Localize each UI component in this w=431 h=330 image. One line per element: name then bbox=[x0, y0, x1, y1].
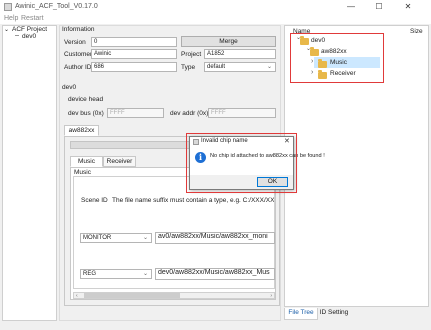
scene-id-label: Scene ID bbox=[81, 197, 108, 204]
customer-input[interactable]: Awinic bbox=[91, 49, 177, 59]
chevron-down-icon: ⌄ bbox=[142, 235, 148, 241]
maximize-icon[interactable]: ☐ bbox=[374, 2, 384, 12]
reg-path-input[interactable]: dev0/aw882xx/Music/aw882xx_Mus bbox=[155, 268, 275, 280]
close-icon[interactable]: ✕ bbox=[403, 2, 413, 12]
scroll-left-icon[interactable]: ‹ bbox=[76, 293, 78, 299]
tree-root-acf-project[interactable]: ACF Project bbox=[12, 26, 47, 33]
monitor-path-input[interactable]: av0/aw882xx/Music/aw882xx_moni bbox=[155, 232, 275, 244]
device-section-title: dev0 bbox=[62, 84, 77, 91]
tree-expand-icon[interactable]: ⌄ bbox=[4, 26, 9, 33]
device-head-title: device head bbox=[68, 96, 104, 103]
dev-addr-input[interactable]: FFFF bbox=[208, 108, 276, 118]
highlight-box-file-tree bbox=[290, 33, 384, 83]
project-tree bbox=[2, 25, 57, 321]
tab-id-setting[interactable]: ID Setting bbox=[318, 308, 350, 320]
version-input[interactable]: 0 bbox=[91, 37, 177, 47]
menu-restart[interactable]: Restart bbox=[21, 15, 44, 22]
menu-bar bbox=[0, 14, 431, 24]
highlight-box-dialog bbox=[186, 133, 297, 193]
scene-hint-text: The file name suffix must contain a type… bbox=[112, 197, 274, 204]
tab-file-tree[interactable]: File Tree bbox=[284, 308, 318, 320]
type-select-value: default bbox=[207, 64, 226, 70]
reg-select[interactable]: REG ⌄ bbox=[80, 269, 152, 279]
tab-music[interactable]: Music bbox=[70, 156, 103, 167]
tree-item-dev0[interactable]: dev0 bbox=[22, 33, 36, 40]
chevron-down-icon: ⌄ bbox=[266, 64, 272, 70]
version-label: Version bbox=[64, 39, 86, 46]
column-size-header[interactable]: Size bbox=[410, 28, 423, 35]
window-title: Awinic_ACF_Tool_V0.17.0 bbox=[15, 3, 98, 10]
scroll-right-icon[interactable]: › bbox=[270, 293, 272, 299]
reg-select-value: REG bbox=[83, 271, 97, 277]
dev-bus-label: dev bus (0x) bbox=[68, 110, 104, 117]
customer-label: Customer bbox=[64, 51, 93, 58]
music-group-title: Music bbox=[74, 169, 91, 176]
dev-addr-label: dev addr (0x) bbox=[170, 110, 209, 117]
author-id-input[interactable]: 686 bbox=[91, 62, 177, 72]
app-icon bbox=[4, 3, 12, 11]
type-label: Type bbox=[181, 64, 196, 71]
author-id-label: Author ID bbox=[64, 64, 92, 71]
tree-connector bbox=[15, 35, 19, 36]
menu-help[interactable]: Help bbox=[4, 15, 18, 22]
information-title: Information bbox=[62, 26, 95, 33]
chevron-down-icon: ⌄ bbox=[142, 271, 148, 277]
merge-button[interactable]: Merge bbox=[181, 36, 276, 47]
project-input[interactable]: A1852 bbox=[204, 49, 276, 59]
dev-bus-input[interactable]: FFFF bbox=[107, 108, 164, 118]
project-label: Project bbox=[181, 51, 202, 58]
horizontal-scrollbar[interactable]: ‹ › bbox=[73, 292, 275, 299]
monitor-select-value: MONITOR bbox=[83, 235, 112, 241]
monitor-select[interactable]: MONITOR ⌄ bbox=[80, 233, 152, 243]
tab-receiver[interactable]: Receiver bbox=[103, 156, 136, 167]
scrollbar-thumb[interactable] bbox=[84, 293, 180, 298]
type-select[interactable]: default ⌄ bbox=[204, 62, 276, 72]
tab-aw882xx[interactable]: aw882xx bbox=[64, 125, 99, 136]
minimize-icon[interactable]: — bbox=[346, 2, 356, 12]
